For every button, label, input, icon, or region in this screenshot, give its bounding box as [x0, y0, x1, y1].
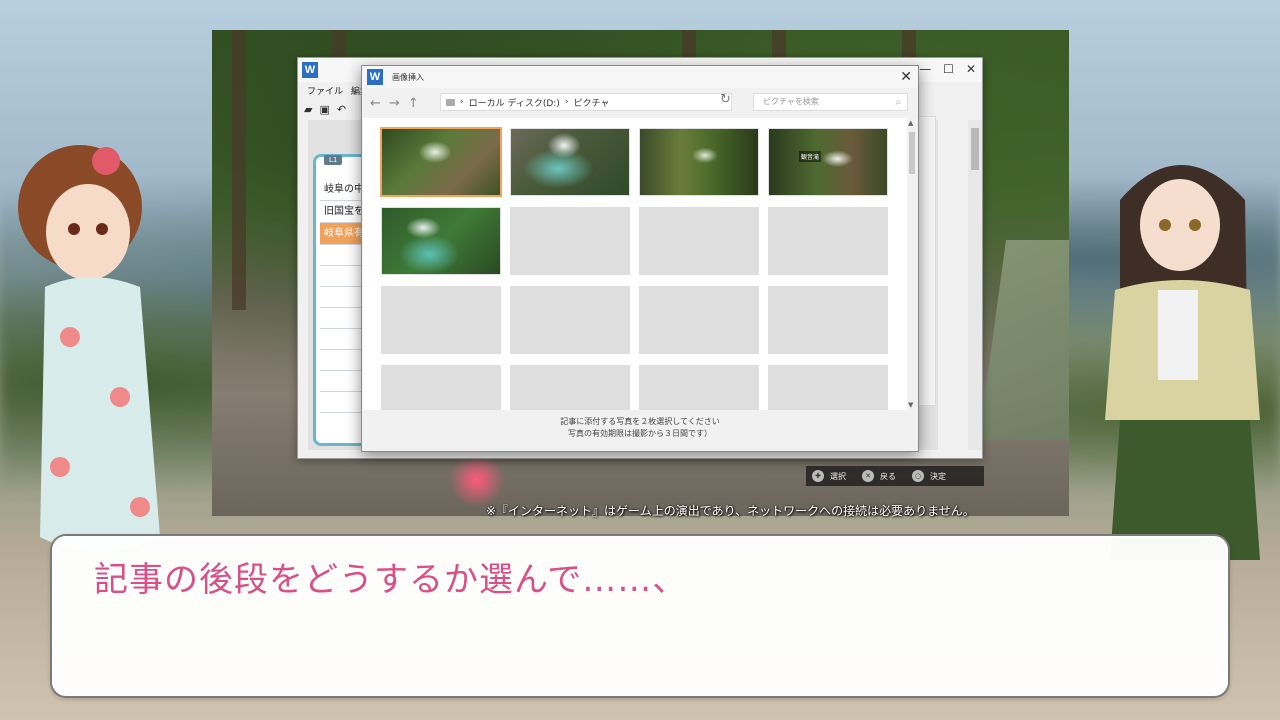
eye-shape: [68, 223, 80, 235]
hint-back: ✕ 戻る: [862, 470, 896, 482]
face-shape: [46, 184, 130, 280]
close-icon[interactable]: ✕: [966, 62, 976, 76]
word-app-icon: W: [302, 62, 318, 78]
photo-grid-area: 観音滝 ▲ ▼: [363, 118, 917, 410]
empty-slot: [768, 286, 888, 354]
tent: [979, 240, 1069, 440]
cross-button-icon: ✕: [862, 470, 874, 482]
flower-pattern: [50, 457, 70, 477]
eye-shape: [96, 223, 108, 235]
thumbnail-label: 観音滝: [799, 151, 822, 162]
photo-thumbnail[interactable]: [639, 128, 759, 196]
character-right-girl: [1105, 165, 1260, 560]
close-icon[interactable]: ✕: [900, 69, 912, 85]
instruction-line: 写真の有効期限は撮影から３日間です）: [568, 429, 712, 438]
photo-grid: 観音滝: [380, 127, 888, 410]
scroll-down-icon[interactable]: ▼: [908, 401, 913, 409]
empty-slot: [768, 207, 888, 275]
photo-thumbnail-selected[interactable]: [380, 127, 502, 197]
hint-confirm-label: 決定: [930, 471, 946, 481]
drive-icon: [446, 98, 455, 106]
empty-slot: [639, 286, 759, 354]
empty-slot: [510, 365, 630, 410]
hint-select-label: 選択: [830, 471, 846, 481]
search-input[interactable]: ピクチャを検索 ⌕: [753, 93, 908, 111]
controller-hints: ✚ 選択 ✕ 戻る ○ 決定: [806, 466, 984, 486]
dialogue-text: 記事の後段をどうするか選んで……、: [94, 560, 688, 600]
back-arrow-icon[interactable]: ←: [370, 96, 381, 111]
dialog-title: 画像挿入: [392, 72, 424, 82]
flower-pattern: [60, 327, 80, 347]
forward-arrow-icon[interactable]: →: [389, 96, 400, 111]
refresh-icon[interactable]: ↻: [720, 92, 731, 107]
hint-confirm: ○ 決定: [912, 470, 946, 482]
word-app-icon: W: [367, 69, 383, 85]
breadcrumb-drive[interactable]: ローカル ディスク(D:): [469, 96, 560, 109]
folder-open-icon[interactable]: ▰: [304, 103, 312, 116]
dialog-instructions: 記事に添付する写真を２枚選択してください 写真の有効期限は撮影から３日間です）: [362, 416, 918, 440]
circle-button-icon: ○: [912, 470, 924, 482]
scrollbar-thumb[interactable]: [971, 128, 979, 170]
breadcrumb-folder[interactable]: ピクチャ: [573, 96, 609, 109]
empty-slot: [768, 365, 888, 410]
editor-scrollbar[interactable]: [968, 120, 982, 450]
photo-thumbnail[interactable]: [510, 128, 630, 196]
empty-slot: [639, 365, 759, 410]
image-insert-dialog: W 画像挿入 ✕ ← → ↑ › ローカル ディスク(D:) › ピクチャ ↻ …: [361, 65, 919, 452]
window-buttons: — ☐ ✕: [919, 62, 976, 76]
scrollbar-thumb[interactable]: [909, 132, 915, 174]
menu-file[interactable]: ファイル: [307, 84, 343, 97]
breadcrumb-separator: ›: [460, 97, 464, 107]
grid-scrollbar[interactable]: ▲ ▼: [907, 118, 917, 410]
tree-trunk: [232, 30, 246, 310]
breadcrumb-separator: ›: [564, 97, 569, 107]
empty-slot: [510, 286, 630, 354]
empty-slot: [381, 365, 501, 410]
photo-thumbnail[interactable]: 観音滝: [768, 128, 888, 196]
face-shape: [1140, 179, 1220, 271]
search-placeholder: ピクチャを検索: [763, 97, 819, 106]
eye-shape: [1159, 219, 1171, 231]
network-notice: ※『インターネット』はゲーム上の演出であり、ネットワークへの接続は必要ありません…: [486, 504, 975, 518]
dialogue-box[interactable]: 記事の後段をどうするか選んで……、: [52, 536, 1228, 696]
hint-select: ✚ 選択: [812, 470, 846, 482]
photo-thumbnail[interactable]: [381, 207, 501, 275]
save-icon[interactable]: ▣: [319, 103, 329, 116]
campfire: [447, 450, 507, 510]
maximize-icon[interactable]: ☐: [943, 62, 954, 76]
layer-tag: L1: [324, 155, 343, 165]
hint-back-label: 戻る: [880, 471, 896, 481]
flower-pattern: [110, 387, 130, 407]
empty-slot: [381, 286, 501, 354]
dialog-titlebar: W 画像挿入 ✕: [362, 66, 918, 88]
striped-shirt: [1158, 290, 1198, 380]
flower-pattern: [130, 497, 150, 517]
empty-slot: [510, 207, 630, 275]
scroll-up-icon[interactable]: ▲: [908, 119, 913, 127]
hair-ribbon: [92, 147, 120, 175]
address-bar[interactable]: › ローカル ディスク(D:) › ピクチャ: [440, 93, 732, 111]
empty-slot: [639, 207, 759, 275]
undo-icon[interactable]: ↶: [337, 103, 346, 116]
dpad-icon: ✚: [812, 470, 824, 482]
search-icon: ⌕: [895, 97, 901, 108]
minimize-icon[interactable]: —: [919, 62, 931, 76]
up-arrow-icon[interactable]: ↑: [408, 96, 419, 111]
eye-shape: [1189, 219, 1201, 231]
instruction-line: 記事に添付する写真を２枚選択してください: [560, 417, 720, 426]
